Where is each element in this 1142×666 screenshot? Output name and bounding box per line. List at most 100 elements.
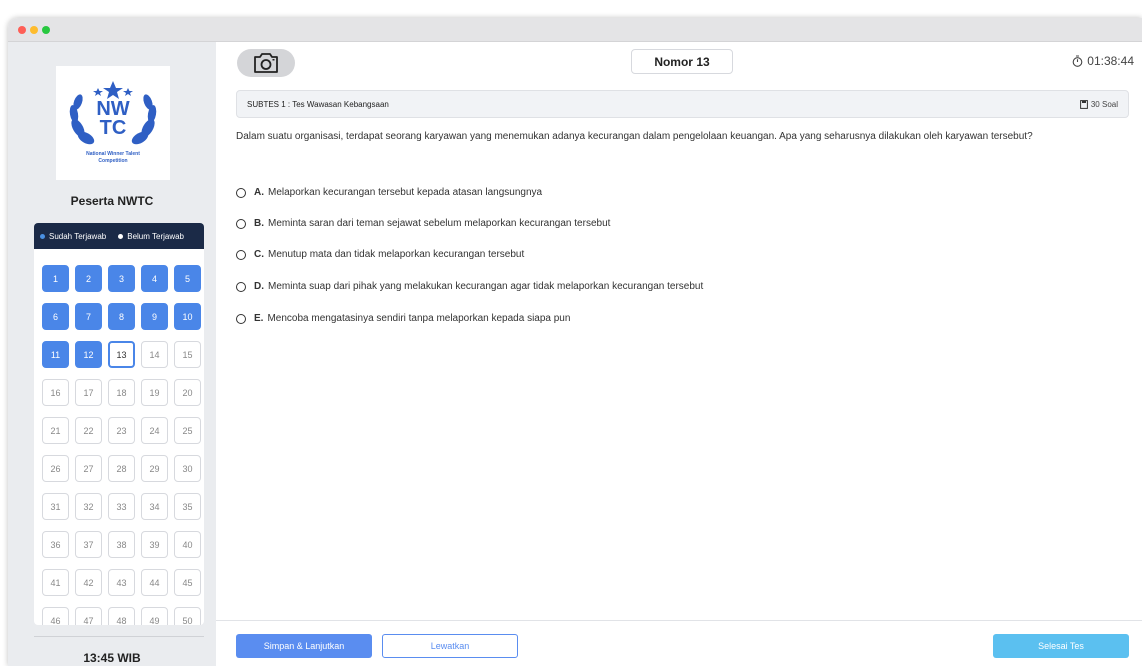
question-nav-button[interactable]: 6 — [42, 303, 69, 330]
option-e[interactable]: E. Mencoba mengatasinya sendiri tanpa me… — [236, 313, 570, 324]
main-panel: Nomor 13 01:38:44 SUBTES 1 : Tes Wawasan… — [216, 42, 1142, 666]
question-nav-button[interactable]: 18 — [108, 379, 135, 406]
question-nav-button[interactable]: 37 — [75, 531, 102, 558]
radio-icon[interactable] — [236, 249, 246, 260]
question-nav-button[interactable]: 5 — [174, 265, 201, 292]
question-nav-button[interactable]: 9 — [141, 303, 168, 330]
minimize-window-button[interactable] — [30, 26, 38, 34]
footer-divider — [216, 620, 1142, 621]
option-b[interactable]: B. Meminta saran dari teman sejawat sebe… — [236, 218, 610, 229]
question-nav-button[interactable]: 24 — [141, 417, 168, 444]
question-nav-button[interactable]: 2 — [75, 265, 102, 292]
question-nav-button[interactable]: 7 — [75, 303, 102, 330]
camera-button[interactable] — [237, 49, 295, 77]
question-nav-button[interactable]: 42 — [75, 569, 102, 596]
question-nav-button[interactable]: 50 — [174, 607, 201, 625]
nwtc-logo: NW TC National Winner Talent Competition — [56, 66, 170, 180]
question-nav-button[interactable]: 30 — [174, 455, 201, 482]
question-nav-button[interactable]: 49 — [141, 607, 168, 625]
logo-tagline-1: National Winner Talent — [86, 151, 140, 157]
legend-unanswered: Belum Terjawab — [118, 232, 184, 241]
stopwatch-icon — [1072, 55, 1083, 67]
question-nav-button[interactable]: 36 — [42, 531, 69, 558]
close-window-button[interactable] — [18, 26, 26, 34]
option-a[interactable]: A. Melaporkan kecurangan tersebut kepada… — [236, 187, 542, 198]
question-nav-button[interactable]: 12 — [75, 341, 102, 368]
app-window: NW TC National Winner Talent Competition… — [8, 18, 1142, 666]
radio-icon[interactable] — [236, 281, 246, 292]
question-nav-button[interactable]: 26 — [42, 455, 69, 482]
option-letter: A. — [254, 187, 264, 198]
option-c[interactable]: C. Menutup mata dan tidak melaporkan kec… — [236, 249, 524, 260]
maximize-window-button[interactable] — [42, 26, 50, 34]
question-nav-button[interactable]: 13 — [108, 341, 135, 368]
question-nav-button[interactable]: 21 — [42, 417, 69, 444]
question-nav-button[interactable]: 40 — [174, 531, 201, 558]
question-nav-button[interactable]: 1 — [42, 265, 69, 292]
question-nav-button[interactable]: 38 — [108, 531, 135, 558]
sidebar-divider — [34, 636, 204, 637]
question-nav-button[interactable]: 48 — [108, 607, 135, 625]
question-count: 30 Soal — [1079, 99, 1118, 109]
question-nav-button[interactable]: 4 — [141, 265, 168, 292]
option-d[interactable]: D. Meminta suap dari pihak yang melakuka… — [236, 281, 703, 292]
title-bar — [8, 18, 1142, 42]
question-nav-button[interactable]: 14 — [141, 341, 168, 368]
skip-button[interactable]: Lewatkan — [382, 634, 518, 658]
save-and-continue-button[interactable]: Simpan & Lanjutkan — [236, 634, 372, 658]
radio-icon[interactable] — [236, 218, 246, 229]
option-letter: C. — [254, 249, 264, 260]
timer-value: 01:38:44 — [1087, 54, 1134, 68]
question-nav-button[interactable]: 22 — [75, 417, 102, 444]
sidebar: NW TC National Winner Talent Competition… — [8, 42, 216, 666]
question-nav-button[interactable]: 19 — [141, 379, 168, 406]
question-nav-button[interactable]: 8 — [108, 303, 135, 330]
question-nav-button[interactable]: 29 — [141, 455, 168, 482]
finish-test-button[interactable]: Selesai Tes — [993, 634, 1129, 658]
question-nav-button[interactable]: 16 — [42, 379, 69, 406]
question-grid: 1 2 3 4 5 6 7 8 9 10 11 12 13 14 15 16 17 18 19 20 21 22 23 24 2… — [34, 249, 204, 625]
logo-tagline-2: Competition — [98, 158, 128, 164]
question-nav-button[interactable]: 39 — [141, 531, 168, 558]
question-nav-button[interactable]: 23 — [108, 417, 135, 444]
question-number: Nomor 13 — [631, 49, 733, 74]
legend-answered: Sudah Terjawab — [40, 232, 106, 241]
question-count-label: 30 Soal — [1090, 99, 1118, 109]
question-nav-button[interactable]: 43 — [108, 569, 135, 596]
logo-abbr-bottom: TC — [99, 117, 127, 139]
option-text: Meminta saran dari teman sejawat sebelum… — [268, 218, 611, 229]
question-nav-button[interactable]: 45 — [174, 569, 201, 596]
question-nav-button[interactable]: 35 — [174, 493, 201, 520]
radio-icon[interactable] — [236, 187, 246, 198]
option-letter: D. — [254, 281, 264, 292]
question-nav-button[interactable]: 34 — [141, 493, 168, 520]
question-nav-button[interactable]: 33 — [108, 493, 135, 520]
question-nav-button[interactable]: 46 — [42, 607, 69, 625]
radio-icon[interactable] — [236, 313, 246, 324]
option-text: Melaporkan kecurangan tersebut kepada at… — [268, 187, 543, 198]
question-nav-button[interactable]: 25 — [174, 417, 201, 444]
question-nav-button[interactable]: 28 — [108, 455, 135, 482]
camera-icon — [254, 53, 278, 73]
question-nav-button[interactable]: 31 — [42, 493, 69, 520]
option-text: Mencoba mengatasinya sendiri tanpa melap… — [267, 313, 571, 324]
question-nav-button[interactable]: 3 — [108, 265, 135, 292]
question-nav-button[interactable]: 47 — [75, 607, 102, 625]
question-nav-button[interactable]: 20 — [174, 379, 201, 406]
question-nav-button[interactable]: 32 — [75, 493, 102, 520]
question-nav-button[interactable]: 10 — [174, 303, 201, 330]
question-nav-button[interactable]: 17 — [75, 379, 102, 406]
countdown-timer: 01:38:44 — [1072, 54, 1134, 68]
question-nav-button[interactable]: 44 — [141, 569, 168, 596]
legend-unanswered-label: Belum Terjawab — [127, 231, 185, 241]
option-letter: B. — [254, 218, 264, 229]
document-icon — [1079, 99, 1088, 109]
question-text: Dalam suatu organisasi, terdapat seorang… — [236, 131, 1033, 142]
answer-legend: Sudah Terjawab Belum Terjawab — [34, 223, 204, 249]
question-nav-button[interactable]: 41 — [42, 569, 69, 596]
option-text: Meminta suap dari pihak yang melakukan k… — [268, 281, 704, 292]
question-nav-button[interactable]: 15 — [174, 341, 201, 368]
question-nav-button[interactable]: 11 — [42, 341, 69, 368]
option-letter: E. — [254, 313, 264, 324]
question-nav-button[interactable]: 27 — [75, 455, 102, 482]
